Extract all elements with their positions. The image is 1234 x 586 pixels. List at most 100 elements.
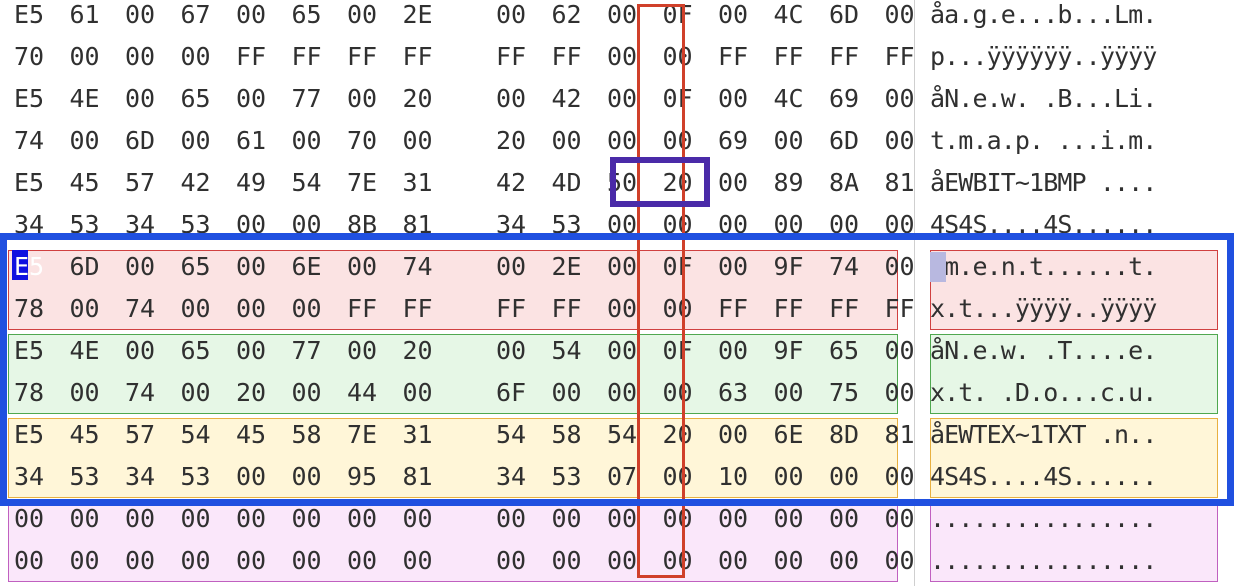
hex-byte[interactable]: FF <box>236 36 274 78</box>
hex-byte[interactable]: 6D <box>70 246 108 288</box>
ascii-text[interactable]: 4S4S....4S...... <box>930 456 1220 498</box>
hex-byte[interactable]: 53 <box>552 204 590 246</box>
hex-byte[interactable]: 53 <box>181 456 219 498</box>
hex-byte[interactable]: 69 <box>829 78 867 120</box>
hex-byte[interactable]: 78 <box>14 372 52 414</box>
hex-byte[interactable]: 53 <box>552 456 590 498</box>
hex-byte[interactable]: 8B <box>347 204 385 246</box>
hex-byte[interactable]: 00 <box>607 540 645 582</box>
hex-byte[interactable]: 00 <box>718 414 756 456</box>
hex-byte[interactable]: 00 <box>607 204 645 246</box>
hex-byte[interactable]: 00 <box>552 540 590 582</box>
hex-byte[interactable]: 00 <box>181 288 219 330</box>
hex-byte[interactable]: 00 <box>70 540 108 582</box>
hex-byte[interactable]: 00 <box>607 498 645 540</box>
hex-byte[interactable]: 00 <box>347 78 385 120</box>
hex-byte[interactable]: 00 <box>718 540 756 582</box>
hex-byte[interactable]: 00 <box>496 0 534 36</box>
hex-byte[interactable]: 00 <box>718 204 756 246</box>
hex-byte[interactable]: 74 <box>125 288 163 330</box>
hex-byte[interactable]: 65 <box>181 330 219 372</box>
hex-byte[interactable]: 00 <box>70 498 108 540</box>
hex-byte[interactable]: 00 <box>292 288 330 330</box>
hex-byte[interactable]: 2E <box>552 246 590 288</box>
hex-byte[interactable]: FF <box>552 36 590 78</box>
hex-byte[interactable]: 6E <box>292 246 330 288</box>
hex-byte[interactable]: 45 <box>236 414 274 456</box>
hex-byte[interactable]: 7E <box>347 162 385 204</box>
hex-byte[interactable]: FF <box>496 36 534 78</box>
hex-byte[interactable]: 6E <box>774 414 812 456</box>
hex-byte[interactable]: 00 <box>607 78 645 120</box>
hex-byte[interactable]: 00 <box>292 372 330 414</box>
hex-byte[interactable]: 00 <box>607 288 645 330</box>
hex-byte[interactable]: 81 <box>885 414 923 456</box>
hex-byte[interactable]: 00 <box>70 36 108 78</box>
hex-row[interactable]: 70 00 00 00 FF FF FF FF FF FF 00 00 FF FF FF FF p...ÿÿÿÿ… <box>0 36 1234 78</box>
hex-byte[interactable]: 00 <box>829 540 867 582</box>
hex-byte[interactable]: 65 <box>829 330 867 372</box>
hex-byte[interactable]: 00 <box>236 540 274 582</box>
hex-byte[interactable]: 00 <box>718 78 756 120</box>
hex-row[interactable]: E5 4E 00 65 00 77 00 20 00 54 00 0F 00 9F 65 00 åN.e.w. … <box>0 330 1234 372</box>
hex-byte[interactable]: 74 <box>14 120 52 162</box>
hex-byte[interactable]: 81 <box>403 456 441 498</box>
hex-byte[interactable]: 42 <box>181 162 219 204</box>
hex-byte[interactable]: FF <box>885 288 923 330</box>
hex-byte[interactable]: 31 <box>403 162 441 204</box>
hex-byte[interactable]: 57 <box>125 414 163 456</box>
hex-byte[interactable]: FF <box>552 288 590 330</box>
hex-byte[interactable]: 65 <box>181 246 219 288</box>
hex-byte[interactable]: 00 <box>718 0 756 36</box>
hex-byte[interactable]: 00 <box>125 330 163 372</box>
hex-byte[interactable]: 00 <box>885 0 923 36</box>
hex-row[interactable]: 78 00 74 00 00 00 FF FF FF FF 00 00 FF FF FF FF x.t...ÿÿ… <box>0 288 1234 330</box>
hex-byte[interactable]: 81 <box>403 204 441 246</box>
hex-byte[interactable]: E5 <box>14 162 52 204</box>
hex-byte[interactable]: 00 <box>181 372 219 414</box>
hex-byte[interactable]: 00 <box>885 246 923 288</box>
hex-byte[interactable]: 70 <box>347 120 385 162</box>
hex-row[interactable]: 00 00 00 00 00 00 00 00 00 00 00 00 00 00 00 00........… <box>0 540 1234 582</box>
hex-byte[interactable]: 58 <box>292 414 330 456</box>
hex-byte[interactable]: 00 <box>347 0 385 36</box>
hex-row[interactable]: 00 00 00 00 00 00 00 00 00 00 00 00 00 00 00 00........… <box>0 498 1234 540</box>
hex-byte[interactable]: 00 <box>885 498 923 540</box>
hex-byte[interactable]: 00 <box>885 330 923 372</box>
hex-byte[interactable]: 00 <box>181 36 219 78</box>
hex-byte[interactable]: 00 <box>347 246 385 288</box>
hex-byte[interactable]: FF <box>403 36 441 78</box>
hex-byte[interactable]: 34 <box>496 204 534 246</box>
hex-byte[interactable]: 00 <box>829 498 867 540</box>
hex-byte[interactable]: 00 <box>236 330 274 372</box>
hex-row[interactable]: 78 00 74 00 20 00 44 00 6F 00 00 00 63 00 75 00 x.t. .D.… <box>0 372 1234 414</box>
hex-byte[interactable]: 54 <box>181 414 219 456</box>
hex-byte[interactable]: 00 <box>718 498 756 540</box>
hex-row[interactable]: E5 45 57 42 49 54 7E 31 42 4D 50 20 00 89 8A 81 åEWBIT~1… <box>0 162 1234 204</box>
ascii-text[interactable]: åa.g.e...b...Lm. <box>930 0 1220 36</box>
hex-byte[interactable]: 0F <box>663 78 701 120</box>
hex-byte[interactable]: 00 <box>236 204 274 246</box>
hex-byte[interactable]: 4E <box>70 330 108 372</box>
hex-byte[interactable]: 54 <box>552 330 590 372</box>
hex-byte[interactable]: FF <box>292 36 330 78</box>
hex-byte[interactable]: 8A <box>829 162 867 204</box>
hex-byte[interactable]: 00 <box>885 120 923 162</box>
hex-byte[interactable]: 77 <box>292 78 330 120</box>
hex-byte[interactable]: 00 <box>292 204 330 246</box>
ascii-text[interactable]: x.t...ÿÿÿÿ..ÿÿÿÿ <box>930 288 1220 330</box>
hex-byte[interactable]: 42 <box>496 162 534 204</box>
hex-byte[interactable]: 00 <box>607 0 645 36</box>
hex-byte[interactable]: 00 <box>663 288 701 330</box>
hex-byte[interactable]: 00 <box>236 498 274 540</box>
hex-row[interactable]: 34 53 34 53 00 00 95 81 34 53 07 00 10 00 00 00 4S4S....… <box>0 456 1234 498</box>
hex-byte[interactable]: 00 <box>607 120 645 162</box>
hex-byte[interactable]: 00 <box>347 330 385 372</box>
hex-byte[interactable]: 00 <box>663 372 701 414</box>
hex-byte[interactable]: 0F <box>663 246 701 288</box>
hex-byte[interactable]: 67 <box>181 0 219 36</box>
hex-byte[interactable]: 00 <box>292 120 330 162</box>
hex-byte[interactable]: 00 <box>236 78 274 120</box>
hex-byte[interactable]: FF <box>347 288 385 330</box>
hex-byte[interactable]: 42 <box>552 78 590 120</box>
